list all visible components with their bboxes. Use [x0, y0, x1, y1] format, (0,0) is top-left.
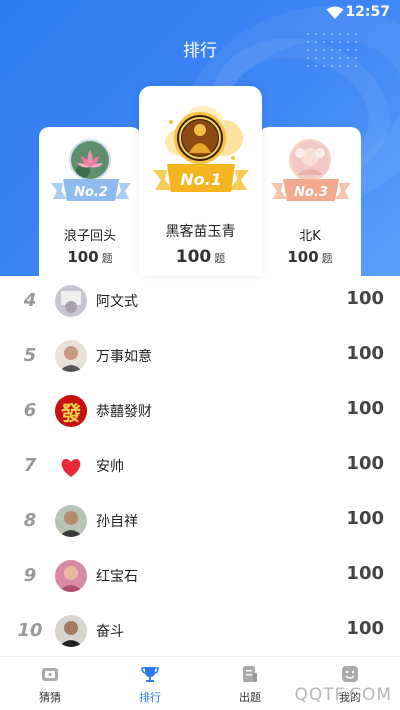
avatar [55, 340, 87, 372]
rank-number: 4 [23, 290, 37, 311]
avatar-character: 發 [61, 400, 81, 425]
rank-number: 10 [17, 620, 43, 641]
tab-label: 出题 [239, 691, 261, 704]
tab-label: 猜猜 [39, 691, 61, 704]
lotus-image [71, 141, 109, 179]
user-name: 恭囍發财 [96, 404, 152, 420]
status-time: 12:57 [345, 4, 390, 20]
user-name: 奋斗 [96, 624, 124, 640]
list-item[interactable]: 9 红宝石 100 [0, 551, 400, 606]
user-score: 100 [346, 453, 384, 474]
list-item[interactable]: 6 發 恭囍發财 100 [0, 386, 400, 441]
rank-number: 6 [23, 400, 37, 421]
user-score: 100 [346, 343, 384, 364]
tv-icon [42, 668, 58, 681]
buddha-image [177, 115, 223, 161]
user-score: 100 [346, 398, 384, 419]
rank-number: 9 [23, 565, 37, 586]
avatar [55, 560, 87, 592]
user-name: 安帅 [96, 459, 124, 475]
tab-ranking[interactable]: 排行 [100, 657, 200, 710]
tab-guess[interactable]: 猜猜 [0, 657, 100, 710]
list-item[interactable]: 10 奋斗 100 [0, 606, 400, 661]
list-item[interactable]: 4 阿文式 100 [0, 276, 400, 331]
list-item[interactable]: 8 孙自祥 100 [0, 496, 400, 551]
avatar [174, 112, 226, 164]
avatar: 發 [55, 395, 87, 427]
cherub-image [291, 141, 329, 179]
podium-score: 100 题 [175, 247, 226, 267]
svg-text:No.2: No.2 [74, 185, 108, 200]
document-icon [243, 666, 257, 682]
user-score: 100 [346, 563, 384, 584]
avatar [55, 615, 87, 647]
user-score: 100 [346, 618, 384, 639]
user-name: 红宝石 [96, 569, 138, 585]
status-bar: 12:57 [0, 0, 400, 24]
list-item[interactable]: 5 万事如意 100 [0, 331, 400, 386]
podium-name: 黑客苗玉青 [165, 224, 236, 240]
user-name: 孙自祥 [96, 514, 138, 530]
podium-score: 100 题 [287, 248, 333, 266]
rank-number: 8 [23, 510, 37, 531]
podium-second[interactable]: No.2 浪子回头 100 题 [39, 127, 141, 277]
podium-name: 浪子回头 [63, 229, 116, 244]
tab-label: 排行 [139, 691, 161, 704]
svg-text:No.3: No.3 [294, 185, 328, 200]
avatar [55, 505, 87, 537]
rank-badge-2: No.2 [51, 179, 131, 201]
svg-text:No.1: No.1 [180, 170, 222, 189]
rank-number: 7 [23, 455, 37, 476]
podium-score: 100 题 [67, 248, 113, 266]
list-item[interactable]: 7 安帅 100 [0, 441, 400, 496]
user-score: 100 [346, 508, 384, 529]
user-name: 万事如意 [96, 349, 152, 365]
tab-create-question[interactable]: 出题 [200, 657, 300, 710]
rank-number: 5 [23, 345, 37, 366]
podium-name: 北K [299, 229, 321, 244]
user-score: 100 [346, 288, 384, 309]
trophy-icon [141, 667, 159, 682]
user-name: 阿文式 [96, 294, 138, 310]
watermark: QQTF.COM [294, 685, 392, 705]
heart-avatar [55, 450, 87, 482]
rank-badge-1: No.1 [153, 164, 249, 192]
podium-third[interactable]: No.3 北K 100 题 [259, 127, 361, 277]
avatar [55, 285, 87, 317]
rank-badge-3: No.3 [271, 179, 351, 201]
smile-icon [342, 666, 358, 682]
podium-first[interactable]: No.1 黑客苗玉青 100 题 [139, 86, 262, 276]
wifi-icon [326, 6, 344, 19]
page-title: 排行 [183, 41, 217, 61]
